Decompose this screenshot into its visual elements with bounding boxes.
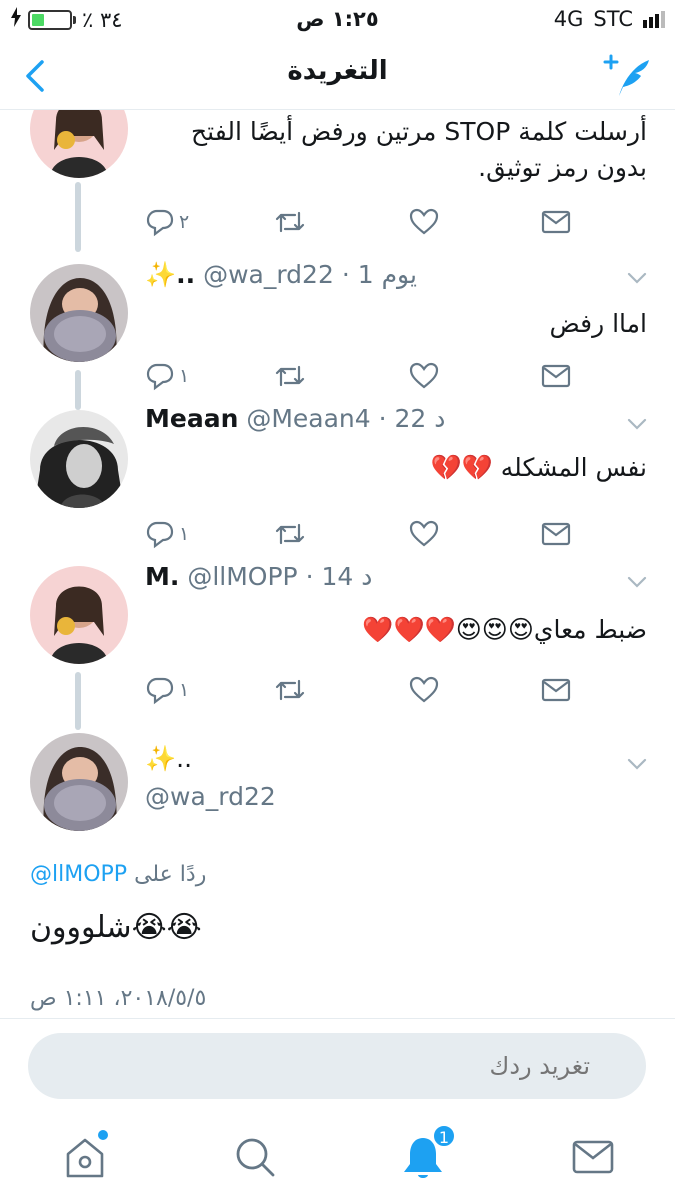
retweet-button[interactable] [273, 672, 307, 708]
reply-icon [146, 209, 174, 237]
retweet-button[interactable] [273, 204, 307, 240]
retweet-icon [275, 211, 305, 233]
direct-message-button[interactable] [541, 672, 571, 708]
replying-to: @llMOPP ردًا على [30, 862, 206, 887]
reply-button[interactable]: ١ [145, 358, 189, 394]
chevron-down-icon[interactable] [625, 570, 649, 594]
display-name[interactable]: ✨.. [145, 744, 635, 774]
tweet-item[interactable]: M. @llMOPP · 14 د ضبط معاي😍😍😍❤️❤️❤️ ١ [0, 560, 675, 730]
reply-count: ١ [179, 365, 190, 387]
tweet-text: ضبط معاي😍😍😍❤️❤️❤️ [362, 615, 647, 644]
tweet-actions: ٢ [145, 204, 575, 240]
reply-count: ١ [179, 523, 190, 545]
like-button[interactable] [409, 672, 439, 708]
search-icon [236, 1138, 275, 1177]
chevron-down-icon[interactable] [625, 266, 649, 290]
reply-to-handle[interactable]: @llMOPP [30, 862, 127, 887]
tweet-item[interactable]: ✨.. @wa_rd22 · 1 يوم اماا رفض ١ [0, 252, 675, 410]
retweet-icon [275, 523, 305, 545]
timestamp: · 14 د [305, 562, 373, 591]
heart-icon [409, 676, 439, 703]
focused-tweet: ✨.. @wa_rd22 @llMOPP ردًا على شلووون😭😭 ٢… [0, 730, 675, 1018]
notification-badge: 1 [432, 1124, 456, 1148]
navigation-bar: التغريدة [0, 40, 675, 110]
tweet-text: أرسلت كلمة STOP مرتين ورفض أيضًا الفتح ب… [191, 117, 647, 182]
tweet-header: Meaan @Meaan4 · 22 د [145, 404, 635, 433]
reply-count: ٢ [179, 211, 190, 233]
tweet-timestamp: ٢٠١٨/٥/٥، ١:١١ ص [30, 986, 207, 1011]
direct-message-button[interactable] [541, 204, 571, 240]
avatar[interactable] [30, 110, 128, 178]
display-name[interactable]: ✨.. [145, 260, 195, 289]
heart-icon [409, 520, 439, 547]
network-type: 4G [553, 7, 584, 31]
tweet-text: شلووون😭😭 [30, 910, 202, 945]
avatar[interactable] [30, 264, 128, 362]
reply-button[interactable]: ١ [145, 516, 189, 552]
handle[interactable]: @llMOPP [187, 562, 297, 591]
carrier-status: 4G STC [554, 7, 665, 31]
envelope-icon [541, 522, 571, 546]
compose-tweet-button[interactable] [603, 54, 653, 98]
timestamp: · 22 د [378, 404, 446, 433]
tweet-text: اماا رفض [549, 309, 648, 338]
display-name[interactable]: M. [145, 562, 179, 591]
reply-icon [146, 363, 174, 391]
reply-to-label: ردًا على [134, 862, 207, 887]
tweet-header: ✨.. @wa_rd22 · 1 يوم [145, 260, 635, 290]
retweet-button[interactable] [273, 516, 307, 552]
tweet-actions: ١ [145, 516, 575, 552]
compose-feather-icon [603, 54, 649, 96]
home-new-indicator [98, 1130, 108, 1140]
handle[interactable]: @wa_rd22 [145, 782, 276, 811]
heart-icon [409, 208, 439, 235]
handle[interactable]: @wa_rd22 [203, 260, 334, 289]
tweet-actions: ١ [145, 358, 575, 394]
reply-input[interactable] [28, 1033, 646, 1099]
direct-message-button[interactable] [541, 358, 571, 394]
avatar[interactable] [30, 733, 128, 831]
reply-icon [146, 521, 174, 549]
carrier-name: STC [593, 7, 633, 31]
tweet-actions: ١ [145, 672, 575, 708]
retweet-icon [275, 365, 305, 387]
tweet-header: M. @llMOPP · 14 د [145, 562, 635, 591]
tab-notifications[interactable]: 1 [398, 1124, 456, 1182]
tweet-item[interactable]: Meaan @Meaan4 · 22 د نفس المشكله 💔💔 ١ [0, 402, 675, 557]
direct-message-button[interactable] [541, 516, 571, 552]
reply-composer [0, 1018, 675, 1110]
like-button[interactable] [409, 358, 439, 394]
tab-messages[interactable] [568, 1132, 618, 1182]
timestamp: · 1 يوم [341, 260, 417, 289]
tweet-item[interactable]: أرسلت كلمة STOP مرتين ورفض أيضًا الفتح ب… [0, 110, 675, 252]
tab-bar: 1 [0, 1110, 675, 1200]
avatar[interactable] [30, 410, 128, 508]
chevron-down-icon[interactable] [625, 752, 649, 776]
retweet-button[interactable] [273, 358, 307, 394]
reply-icon [146, 677, 174, 705]
heart-icon [409, 362, 439, 389]
page-title: التغريدة [287, 56, 388, 86]
reply-button[interactable]: ١ [145, 672, 189, 708]
envelope-icon [572, 1140, 614, 1174]
avatar[interactable] [30, 566, 128, 664]
chevron-down-icon[interactable] [625, 412, 649, 436]
tweet-text: نفس المشكله 💔💔 [430, 453, 647, 482]
handle[interactable]: @Meaan4 [246, 404, 370, 433]
reply-count: ١ [179, 679, 190, 701]
tweet-thread: أرسلت كلمة STOP مرتين ورفض أيضًا الفتح ب… [0, 110, 675, 1018]
envelope-icon [541, 364, 571, 388]
reply-button[interactable]: ٢ [145, 204, 189, 240]
like-button[interactable] [409, 204, 439, 240]
like-button[interactable] [409, 516, 439, 552]
envelope-icon [541, 678, 571, 702]
display-name[interactable]: Meaan [145, 404, 238, 433]
tab-search[interactable] [230, 1132, 280, 1182]
envelope-icon [541, 210, 571, 234]
retweet-icon [275, 679, 305, 701]
signal-icon [643, 10, 665, 28]
status-bar: ٣٤ ٪ ١:٢٥ ص 4G STC [0, 0, 675, 40]
tab-home[interactable] [60, 1130, 110, 1182]
